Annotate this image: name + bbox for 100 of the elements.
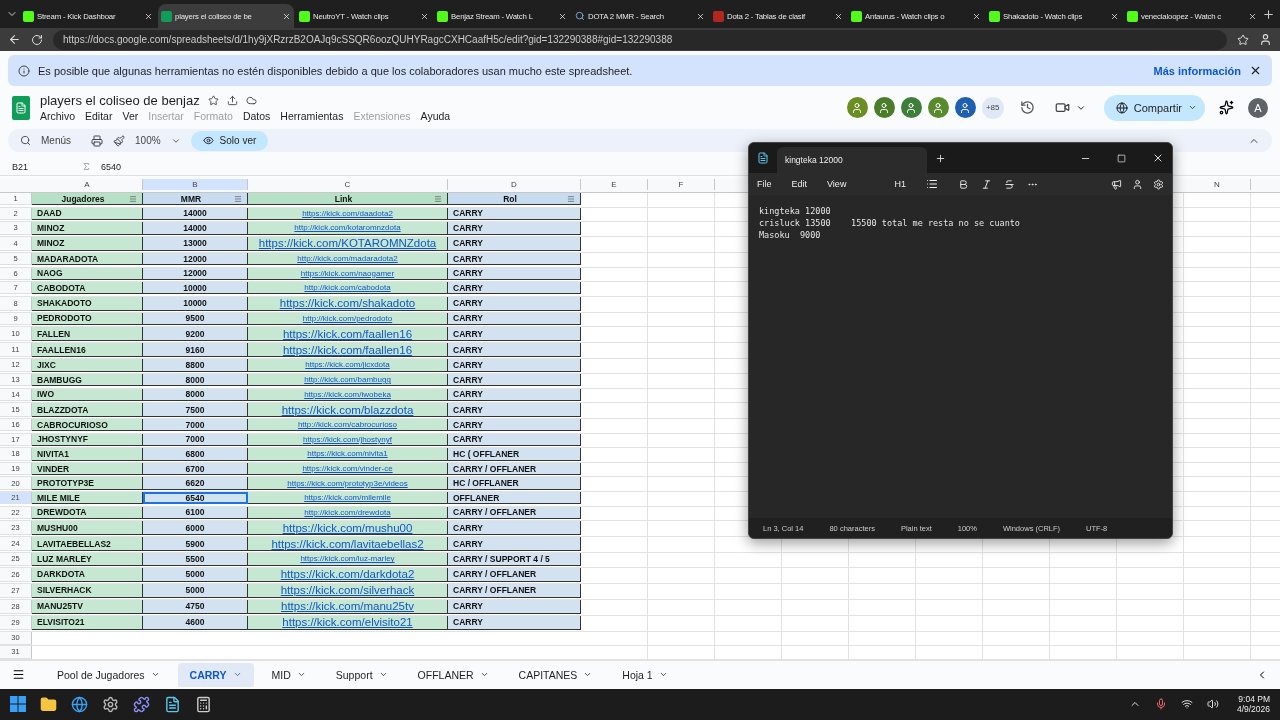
close-icon[interactable] [558,11,567,21]
heading-select[interactable]: H1 [894,179,906,189]
table-cell: CARRY / SUPPORT 4 / 5 [448,553,581,566]
collaborator-avatar[interactable] [900,97,922,119]
menu-item[interactable]: Herramientas [280,110,344,123]
mic-icon[interactable] [1154,698,1167,711]
search-icon[interactable] [20,135,31,147]
collaborator-avatar[interactable] [954,97,976,119]
text-editor[interactable]: kingteka 12000 crisluck 13500 15500 total me resta no se cuanto Masoku 9000 [749,195,1172,518]
more-info-link[interactable]: Más información [1153,64,1241,77]
table-cell: CARRY [448,282,581,295]
clock-date[interactable]: 4/9/2026 [1236,704,1270,715]
close-icon[interactable] [696,11,705,21]
menu-item[interactable]: File [757,179,772,189]
maximize-icon[interactable] [1117,153,1126,163]
menu-item[interactable]: Datos [242,110,271,123]
menus-search[interactable]: Menús [41,135,71,147]
zoom-select[interactable]: 100% [135,135,161,147]
collaborator-avatar[interactable] [846,97,868,119]
sheet-tab[interactable]: Hoja 1 [610,662,680,687]
text-line: crisluck 13500 15500 total me resta no se cuanto [759,217,1021,229]
close-icon[interactable] [834,11,843,21]
table-cell: 10000 [143,282,248,295]
collaborator-count[interactable]: +85 [981,96,1004,119]
strikethrough-icon[interactable] [1003,178,1015,190]
close-icon[interactable] [972,11,981,21]
formula-value[interactable]: 6540 [101,161,122,172]
menu-item[interactable]: View [827,179,847,189]
column-header[interactable]: B [143,178,248,190]
close-icon[interactable] [1152,152,1164,164]
back-icon[interactable] [8,33,21,47]
sheet-tab[interactable]: MID [259,662,318,687]
table-cell: CABROCURIOSO [32,419,143,432]
table-cell: CARRY [448,343,581,358]
collaborator-avatar[interactable] [927,97,949,119]
sparkle-icon[interactable] [1219,100,1234,116]
banner-text: Es posible que algunas herramientas no estén disponibles debido a que los colaboradores usan mucho este spreadsheet. [38,64,633,77]
sheet-tab[interactable]: CAPITANES [506,662,605,687]
notepad-tab[interactable]: kingteka 12000 [777,147,927,173]
table-cell: CARRY [448,521,581,536]
settings-icon[interactable] [1153,178,1164,190]
paint-format-icon[interactable] [113,134,125,147]
address-bar[interactable]: https://docs.google.com/spreadsheets/d/1hy9jXRzrzB2OAJq9cSSQR6oozQUHYRagcCXHCaafH5c/edit?gid=132290388#gid=132290388 [53,29,1227,50]
menu-item[interactable]: Edit [791,179,808,189]
table-cell: MILE MILE [32,492,143,505]
close-icon[interactable] [282,11,291,21]
printer-icon[interactable] [91,134,103,147]
close-icon[interactable] [1248,11,1257,21]
star-icon[interactable] [207,95,219,107]
table-cell: 6800 [143,448,248,461]
table-cell: 14000 [143,222,248,235]
italic-icon[interactable] [980,178,992,190]
sheet-tab[interactable]: CARRY [177,662,254,687]
sheets-logo-icon[interactable] [12,95,30,120]
volume-icon[interactable] [1206,698,1219,711]
name-box[interactable]: B21 [12,161,72,172]
menu-item[interactable]: Archivo [40,110,75,123]
close-icon[interactable] [144,11,153,21]
share-button[interactable]: Compartir [1103,94,1205,121]
table-cell: CARRY [448,537,581,552]
menu-item[interactable]: Ayuda [420,110,451,123]
account-icon[interactable] [1132,178,1143,190]
close-icon[interactable] [420,11,429,21]
sheet-tab[interactable]: Support [323,662,400,687]
table-cell: 6000 [143,521,248,536]
list-icon[interactable] [925,178,938,190]
menu-item[interactable]: Ver [122,110,139,123]
collaborator-avatar[interactable] [873,97,895,119]
menu-item[interactable]: Editar [85,110,113,123]
search-icon [575,11,585,21]
bold-icon[interactable] [957,178,969,190]
profile-icon[interactable] [1259,33,1272,47]
table-cell: LAVITAEBELLAS2 [32,537,143,552]
view-only-button[interactable]: Solo ver [190,130,269,151]
megaphone-icon[interactable] [1111,178,1122,190]
new-tab-icon[interactable] [1262,7,1275,21]
menu-icon[interactable] [12,668,25,682]
document-title[interactable]: players el coliseo de benjaz [40,93,200,109]
calculator-icon[interactable] [195,696,212,713]
notepad-icon[interactable] [164,696,181,713]
formula-icon [82,162,91,171]
browser-icon[interactable] [71,696,88,713]
table-cell: NIVITA1 [32,448,143,461]
history-icon[interactable] [1019,100,1035,116]
table-cell: MUSHU00 [32,521,143,536]
account-avatar[interactable]: A [1248,97,1268,118]
table-cell: OFFLANER [448,492,581,505]
folder-icon[interactable] [40,696,57,713]
add-tab-icon[interactable] [935,152,946,164]
table-cell: BLAZZDOTA [32,403,143,418]
text-line: Masoku 9000 [759,229,822,241]
sheet-tab[interactable]: Pool de Jugadores [45,662,172,687]
reload-icon[interactable] [31,33,43,46]
start-icon[interactable] [10,696,26,713]
clock-time[interactable]: 9:04 PM [1238,694,1270,705]
table-cell: CARRY [448,359,581,372]
close-icon[interactable] [1110,11,1119,21]
sheet-tab[interactable]: OFFLANER [405,662,501,687]
table-cell: CARRY [448,419,581,432]
table-cell: CABODOTA [32,282,143,295]
